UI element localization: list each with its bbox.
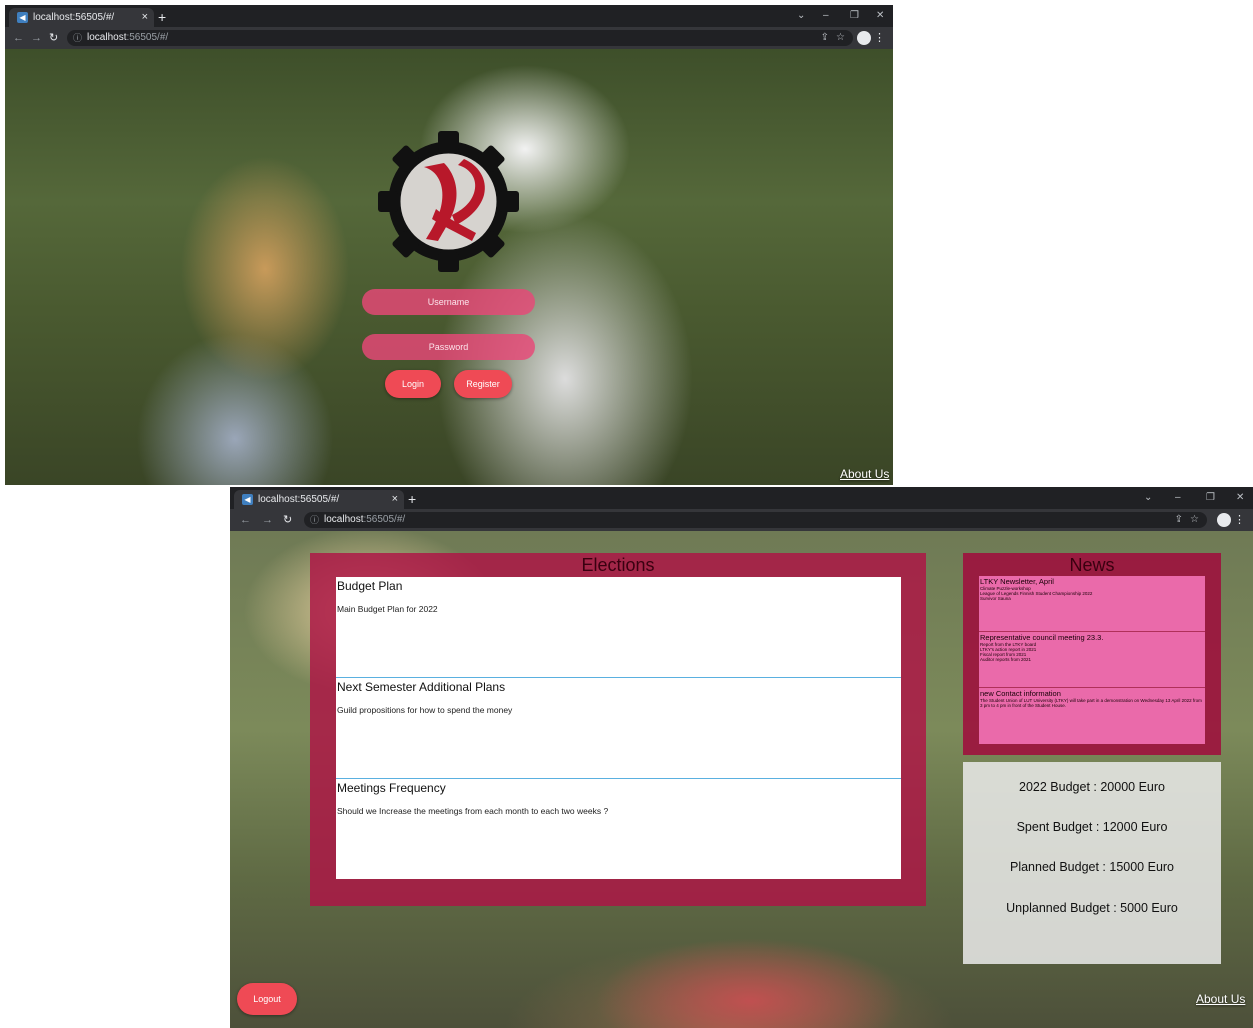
password-input[interactable]: Password <box>362 334 535 360</box>
site-info-icon[interactable]: ⓘ <box>73 30 82 46</box>
restore-icon[interactable]: ❐ <box>1206 490 1215 506</box>
elections-list: Budget Plan Main Budget Plan for 2022 Ne… <box>336 577 901 879</box>
browser-toolbar: ← → ↻ ⓘ localhost:56505/#/ ⇪ ☆ ⋮ <box>5 27 893 49</box>
unplanned-budget-text: Unplanned Budget : 5000 Euro <box>1006 901 1178 915</box>
election-item[interactable]: Next Semester Additional Plans Guild pro… <box>336 678 901 779</box>
total-budget-text: 2022 Budget : 20000 Euro <box>1019 780 1165 794</box>
election-description: Should we Increase the meetings from eac… <box>337 806 609 816</box>
elections-title: Elections <box>581 555 655 575</box>
tab-search-icon[interactable]: ⌄ <box>797 8 805 24</box>
browser-tab[interactable]: ◀ localhost:56505/#/ × <box>9 8 154 27</box>
browser-tab[interactable]: ◀ localhost:56505/#/ × <box>234 490 404 509</box>
address-bar[interactable]: ⓘ localhost:56505/#/ ⇪ ☆ <box>67 30 853 46</box>
login-button[interactable]: Login <box>385 370 441 398</box>
news-title: News <box>1069 555 1115 575</box>
back-icon[interactable]: ← <box>13 30 24 46</box>
browser-toolbar: ← → ↻ ⓘ localhost:56505/#/ ⇪ ☆ ⋮ <box>230 509 1253 531</box>
about-us-link[interactable]: About Us <box>840 467 889 481</box>
spent-budget-text: Spent Budget : 12000 Euro <box>1016 820 1168 834</box>
news-item-line: The Student Union of LUT University (LTK… <box>980 698 1202 708</box>
guild-logo <box>378 131 519 272</box>
dashboard-page: Elections Budget Plan Main Budget Plan f… <box>230 531 1253 1028</box>
url-text: localhost:56505/#/ <box>324 514 406 525</box>
news-panel: News LTKY Newsletter, April Climate Puzz… <box>963 553 1221 755</box>
reload-icon[interactable]: ↻ <box>49 30 58 46</box>
restore-icon[interactable]: ❐ <box>850 8 859 24</box>
favicon-icon: ◀ <box>17 12 28 23</box>
news-list: LTKY Newsletter, April Climate Puzzle-wo… <box>979 576 1205 744</box>
news-item[interactable]: LTKY Newsletter, April Climate Puzzle-wo… <box>979 576 1205 632</box>
forward-icon[interactable]: → <box>262 512 273 528</box>
login-browser-window: ◀ localhost:56505/#/ × + ⌄ – ❐ ✕ ← → ↻ ⓘ… <box>5 5 893 485</box>
logout-button[interactable]: Logout <box>237 983 297 1015</box>
login-page: Username Password Login Register About U… <box>5 49 893 485</box>
tab-close-icon[interactable]: × <box>392 490 398 509</box>
tab-strip: ◀ localhost:56505/#/ × + ⌄ – ❐ ✕ <box>5 5 893 27</box>
election-title: Meetings Frequency <box>337 781 446 795</box>
dashboard-browser-window: ◀ localhost:56505/#/ × + ⌄ – ❐ ✕ ← → ↻ ⓘ… <box>230 487 1253 1028</box>
news-item-title: new Contact information <box>980 689 1061 698</box>
tab-strip: ◀ localhost:56505/#/ × + ⌄ – ❐ ✕ <box>230 487 1253 509</box>
news-item-line: Survivor Sauna <box>980 596 1011 601</box>
budget-summary-panel: 2022 Budget : 20000 Euro Spent Budget : … <box>963 762 1221 964</box>
about-us-link[interactable]: About Us <box>1196 992 1245 1006</box>
news-item[interactable]: Representative council meeting 23.3. Rep… <box>979 632 1205 688</box>
browser-menu-icon[interactable]: ⋮ <box>874 30 885 46</box>
election-description: Guild propositions for how to spend the … <box>337 705 513 715</box>
tab-title: localhost:56505/#/ <box>33 12 115 23</box>
url-text: localhost:56505/#/ <box>87 32 169 43</box>
forward-icon[interactable]: → <box>31 30 42 46</box>
profile-icon[interactable] <box>857 31 871 45</box>
reload-icon[interactable]: ↻ <box>283 512 292 528</box>
bookmark-star-icon[interactable]: ☆ <box>1190 512 1199 528</box>
new-tab-icon[interactable]: + <box>158 8 166 26</box>
share-icon[interactable]: ⇪ <box>821 30 829 46</box>
close-window-icon[interactable]: ✕ <box>876 8 884 24</box>
elections-panel: Elections Budget Plan Main Budget Plan f… <box>310 553 926 906</box>
site-info-icon[interactable]: ⓘ <box>310 512 319 528</box>
back-icon[interactable]: ← <box>240 512 251 528</box>
election-item[interactable]: Meetings Frequency Should we Increase th… <box>336 779 901 879</box>
bookmark-star-icon[interactable]: ☆ <box>836 30 845 46</box>
news-item-title: LTKY Newsletter, April <box>980 577 1054 586</box>
share-icon[interactable]: ⇪ <box>1175 512 1183 528</box>
register-button[interactable]: Register <box>454 370 512 398</box>
profile-icon[interactable] <box>1217 513 1231 527</box>
election-title: Budget Plan <box>337 579 403 593</box>
election-title: Next Semester Additional Plans <box>337 680 506 694</box>
address-bar[interactable]: ⓘ localhost:56505/#/ ⇪ ☆ <box>304 512 1207 528</box>
close-window-icon[interactable]: ✕ <box>1236 490 1244 506</box>
tab-title: localhost:56505/#/ <box>258 494 340 505</box>
election-description: Main Budget Plan for 2022 <box>337 604 438 614</box>
tab-search-icon[interactable]: ⌄ <box>1144 490 1152 506</box>
new-tab-icon[interactable]: + <box>408 490 416 508</box>
planned-budget-text: Planned Budget : 15000 Euro <box>1009 860 1175 874</box>
news-item[interactable]: new Contact information The Student Unio… <box>979 688 1205 743</box>
favicon-icon: ◀ <box>242 494 253 505</box>
tab-close-icon[interactable]: × <box>142 8 148 27</box>
username-input[interactable]: Username <box>362 289 535 315</box>
minimize-icon[interactable]: – <box>1175 490 1181 506</box>
election-item[interactable]: Budget Plan Main Budget Plan for 2022 <box>336 577 901 678</box>
news-item-line: Auditor reports from 2021 <box>980 657 1032 662</box>
minimize-icon[interactable]: – <box>823 8 829 24</box>
browser-menu-icon[interactable]: ⋮ <box>1234 512 1245 528</box>
news-item-title: Representative council meeting 23.3. <box>980 633 1104 642</box>
